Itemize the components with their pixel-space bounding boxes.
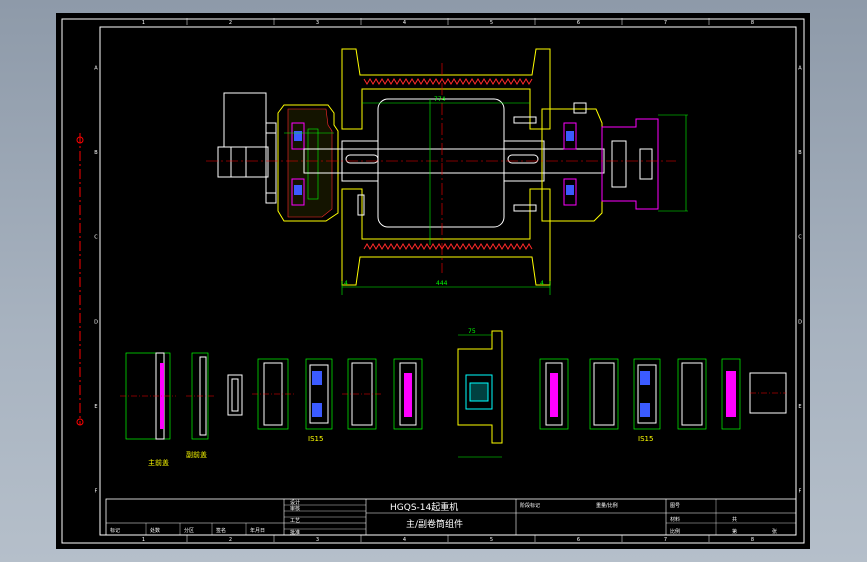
zone-column-label: 4 (403, 20, 406, 26)
zone-row-label: F (95, 489, 98, 495)
zone-column-label: 7 (664, 20, 667, 26)
dim-drum-length-label: 444 (436, 280, 448, 287)
detail-seal-right: IS15 (633, 358, 661, 443)
zone-row-label: A (798, 65, 802, 71)
title-count: 处数 (150, 527, 160, 534)
zone-column-label: 5 (490, 20, 493, 26)
title-sheet-total: 共 (732, 516, 737, 523)
dim-left-flange-label: 4 (344, 280, 348, 287)
detail-ring-1 (252, 358, 294, 430)
detail-bearing-outer (721, 358, 741, 430)
detail-aux-cover: 副前盖 (186, 352, 214, 459)
right-coupling (601, 118, 659, 210)
rope-grooves-bottom (363, 243, 533, 250)
rope-grooves-top (363, 78, 533, 85)
zone-column-label: 7 (664, 537, 667, 543)
zone-column-label: 1 (142, 20, 145, 26)
detail-bearing-left (393, 358, 423, 430)
detail-hub: 75 (457, 328, 503, 458)
zone-column-label: 6 (577, 20, 580, 26)
outer-frame (61, 18, 805, 544)
zone-rows-right: A B C D E F (798, 65, 802, 494)
title-check: 审核 (290, 505, 300, 512)
detail-ring-3 (589, 358, 619, 430)
title-sign: 签名 (216, 527, 226, 534)
zone-row-label: D (798, 319, 802, 325)
zone-row-label: D (94, 319, 98, 325)
zone-row-label: F (799, 489, 802, 495)
drum-lower-flange (341, 188, 551, 286)
zone-row-label: C (94, 235, 98, 241)
zone-columns-bottom: 1 2 3 4 5 6 7 8 (142, 535, 754, 543)
zone-row-label: B (798, 150, 802, 156)
drum-inner-body (377, 98, 505, 228)
seal-left-label: IS15 (308, 435, 323, 443)
title-material: 材料 (670, 516, 680, 523)
hub-dim-label: 75 (468, 328, 476, 335)
zone-row-label: B (94, 150, 98, 156)
title-stage-mark: 阶段标记 (520, 502, 540, 509)
part-detail-views: 主前盖 副前盖 IS15 75 IS15 (120, 328, 787, 467)
zone-column-label: 2 (229, 20, 232, 26)
zone-column-label: 3 (316, 20, 319, 26)
title-approve: 批准 (290, 529, 300, 536)
zone-column-label: 5 (490, 537, 493, 543)
main-assembly-view: 774 444 4 4 (206, 48, 688, 295)
title-model: HGQS-14起重机 (390, 501, 458, 513)
zone-column-label: 1 (142, 537, 145, 543)
zone-column-label: 6 (577, 537, 580, 543)
seal-right-label: IS15 (638, 435, 653, 443)
zone-column-label: 2 (229, 537, 232, 543)
zone-row-label: E (798, 404, 801, 410)
detail-main-cover: 主前盖 (120, 352, 176, 467)
rope-groove-zigzag (363, 78, 533, 85)
title-weight-scale: 重量/比例 (596, 502, 618, 509)
detail-spacer (227, 374, 243, 416)
detail-ring-4 (677, 358, 707, 430)
zone-row-label: E (94, 404, 97, 410)
dim-right-flange-label: 4 (540, 280, 544, 287)
zone-column-label: 8 (751, 20, 754, 26)
detail-ring-2 (342, 358, 382, 430)
title-sheet-no: 第 (732, 528, 737, 535)
zone-column-label: 4 (403, 537, 406, 543)
zone-column-label: 8 (751, 537, 754, 543)
right-bearing-block (541, 108, 603, 222)
dim-drum-width-label: 774 (434, 96, 446, 103)
title-block: HGQS-14起重机 主/副卷筒组件 设计 审核 工艺 批准 标记 处数 分区 … (105, 498, 797, 536)
detail-seal-left: IS15 (305, 358, 333, 443)
zone-rows-left: A B C D E F (94, 65, 98, 494)
motor-flange (217, 146, 269, 178)
zone-row-label: C (798, 235, 802, 241)
title-process: 工艺 (290, 518, 300, 524)
title-unit-label: 图号 (670, 503, 680, 509)
cad-drawing-viewport[interactable]: 1 2 3 4 5 6 7 8 1 2 3 4 5 6 7 8 A B C D E F A B C D E F 774 444 … (56, 13, 810, 549)
zone-column-label: 3 (316, 537, 319, 543)
title-sheet: 张 (772, 528, 777, 535)
detail-sleeve (749, 372, 787, 414)
main-cover-label: 主前盖 (148, 458, 169, 467)
detail-bearing-right (539, 358, 569, 430)
title-design: 设计 (290, 499, 300, 506)
rope-groove-zigzag (363, 243, 533, 250)
zone-row-label: A (94, 65, 98, 71)
title-date: 年月日 (250, 527, 265, 534)
drawing-canvas[interactable]: 1 2 3 4 5 6 7 8 1 2 3 4 5 6 7 8 A B C D E F A B C D E F 774 444 … (56, 13, 810, 549)
title-scale-label: 比例 (670, 528, 680, 535)
title-mark: 标记 (110, 527, 120, 534)
motor-body (223, 92, 267, 148)
title-drawing-name: 主/副卷筒组件 (406, 518, 463, 530)
aux-cover-label: 副前盖 (186, 450, 207, 459)
title-division: 分区 (184, 527, 194, 534)
